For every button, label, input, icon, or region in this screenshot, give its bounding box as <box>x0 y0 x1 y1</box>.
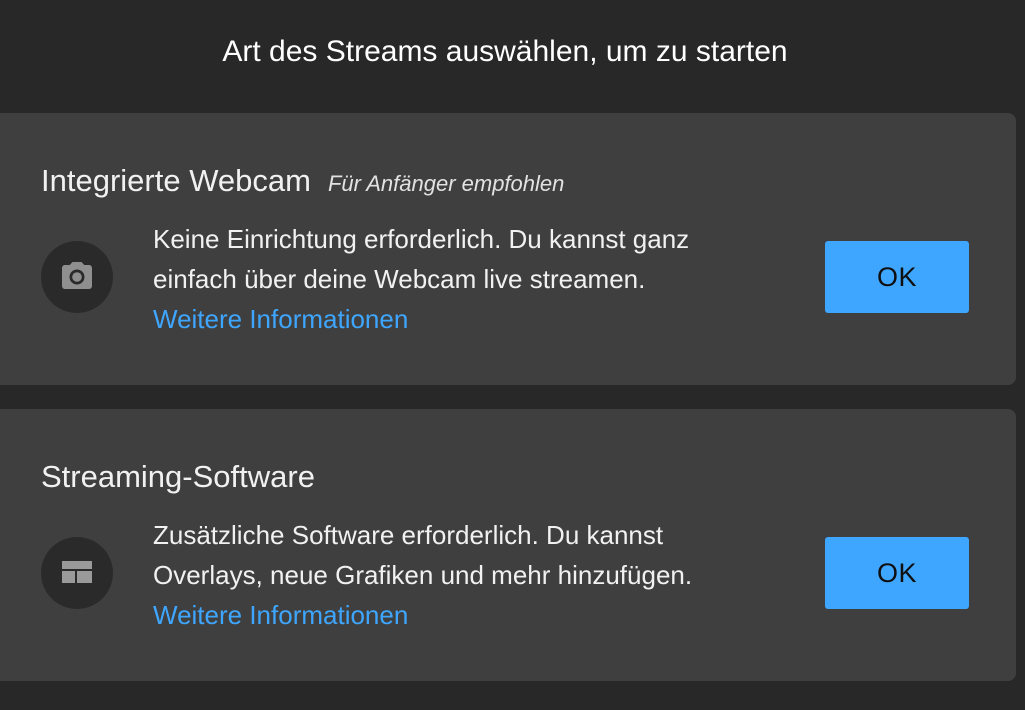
card-title-row: Integrierte Webcam Für Anfänger empfohle… <box>41 163 564 199</box>
page-title: Art des Streams auswählen, um zu starten <box>222 35 788 68</box>
more-info-link[interactable]: Weitere Informationen <box>153 299 408 339</box>
card-title-row: Streaming-Software <box>41 459 315 495</box>
ok-button-streaming-software[interactable]: OK <box>825 537 969 609</box>
more-info-link[interactable]: Weitere Informationen <box>153 595 408 635</box>
option-card-streaming-software: Streaming-Software Zusätzliche Software … <box>0 409 1016 681</box>
card-title: Integrierte Webcam <box>41 163 311 198</box>
card-title: Streaming-Software <box>41 459 315 494</box>
option-card-webcam: Integrierte Webcam Für Anfänger empfohle… <box>0 113 1016 385</box>
camera-icon <box>41 241 113 313</box>
layout-icon <box>41 537 113 609</box>
ok-button-webcam[interactable]: OK <box>825 241 969 313</box>
option-description: Zusätzliche Software erforderlich. Du ka… <box>153 520 693 590</box>
option-description: Keine Einrichtung erforderlich. Du kanns… <box>153 224 690 294</box>
stream-type-page: Art des Streams auswählen, um zu starten… <box>0 0 1025 710</box>
recommended-badge: Für Anfänger empfohlen <box>327 171 565 196</box>
